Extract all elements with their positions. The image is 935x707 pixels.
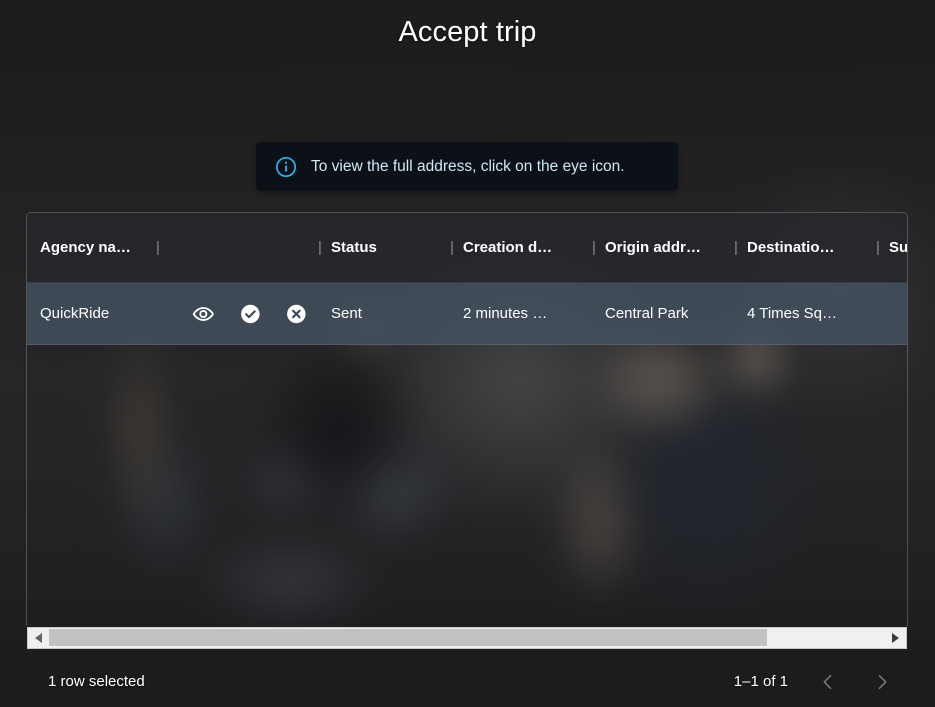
- pagination-range-label: 1–1 of 1: [733, 673, 788, 690]
- previous-page-button[interactable]: [814, 668, 842, 696]
- paginator: 1–1 of 1: [734, 668, 896, 696]
- eye-icon[interactable]: [191, 301, 216, 327]
- app-screen: Accept trip To view the full address, cl…: [0, 0, 935, 707]
- x-circle-icon[interactable]: [284, 301, 309, 327]
- table-footer: 1 row selected 1–1 of 1: [26, 656, 908, 707]
- chevron-right-icon: [878, 674, 887, 689]
- trips-table: Agency na… | | Status | Creation d… | Or…: [26, 212, 908, 626]
- scroll-left-arrow[interactable]: [28, 628, 49, 648]
- table-row[interactable]: QuickRide Sent 2 minutes … Central Park …: [27, 283, 907, 345]
- column-separator: |: [592, 239, 596, 256]
- column-separator: |: [318, 239, 322, 256]
- cell-creation-date: 2 minutes …: [463, 305, 548, 322]
- column-header-creation-date[interactable]: Creation d…: [463, 239, 583, 256]
- column-header-subscriber[interactable]: Subscribe: [889, 239, 907, 256]
- page-title: Accept trip: [398, 16, 537, 48]
- column-header-origin-address[interactable]: Origin addr…: [605, 239, 725, 256]
- chevron-left-icon: [823, 674, 832, 689]
- info-circle-icon: [276, 156, 296, 177]
- info-banner-message: To view the full address, click on the e…: [311, 157, 625, 175]
- column-header-destination-address[interactable]: Destinatio…: [747, 239, 867, 256]
- next-page-button[interactable]: [868, 668, 896, 696]
- column-separator: |: [734, 239, 738, 256]
- cell-actions: [169, 301, 309, 327]
- cell-agency-name: QuickRide: [40, 305, 110, 322]
- column-separator: |: [156, 239, 160, 256]
- info-banner: To view the full address, click on the e…: [256, 142, 678, 191]
- check-circle-icon[interactable]: [238, 301, 263, 327]
- column-separator: |: [450, 239, 454, 256]
- table-header-row: Agency na… | | Status | Creation d… | Or…: [27, 213, 907, 283]
- scrollbar-thumb[interactable]: [49, 629, 767, 646]
- rows-selected-label: 1 row selected: [48, 673, 145, 690]
- column-header-status[interactable]: Status: [331, 239, 441, 256]
- table-empty-area: [27, 345, 907, 626]
- cell-status: Sent: [331, 305, 362, 322]
- column-separator: |: [876, 239, 880, 256]
- scrollbar-track[interactable]: [49, 628, 885, 648]
- scroll-right-arrow[interactable]: [885, 628, 906, 648]
- cell-origin-address: Central Park: [605, 305, 689, 322]
- cell-destination-address: 4 Times Sq…: [747, 305, 838, 322]
- horizontal-scrollbar[interactable]: [27, 627, 907, 649]
- column-header-agency-name[interactable]: Agency na…: [27, 239, 147, 256]
